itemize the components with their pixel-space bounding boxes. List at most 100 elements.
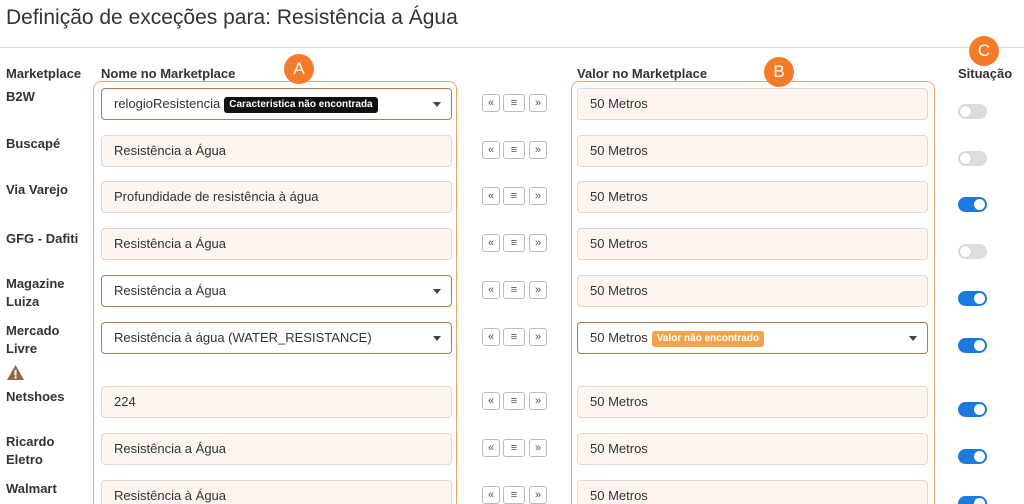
- copy-left-button[interactable]: «: [482, 486, 500, 504]
- center-align-button[interactable]: ≡: [503, 94, 525, 112]
- value-input[interactable]: 50 Metros: [577, 386, 928, 418]
- name-text: Resistência a Água: [114, 143, 227, 158]
- marketplace-label: Mercado Livre: [6, 323, 60, 356]
- center-align-button[interactable]: ≡: [503, 187, 525, 205]
- page-title: Definição de exceções para: Resistência …: [6, 6, 458, 29]
- copy-right-button[interactable]: »: [529, 141, 547, 159]
- center-align-button[interactable]: ≡: [503, 281, 525, 299]
- value-text: 50 Metros: [590, 96, 648, 111]
- name-text: Resistência a Água: [114, 236, 227, 251]
- name-text: 224: [114, 394, 136, 409]
- value-input[interactable]: 50 Metros: [577, 433, 928, 465]
- table-row: Mercado Livre Resistência à água (WATER_R…: [0, 322, 1024, 380]
- toggle-knob: [960, 246, 971, 257]
- status-column-header: Situação: [958, 66, 1013, 81]
- value-input[interactable]: 50 Metros: [577, 275, 928, 307]
- status-toggle[interactable]: [958, 151, 987, 166]
- center-align-button[interactable]: ≡: [503, 486, 525, 504]
- center-align-button[interactable]: ≡: [503, 328, 525, 346]
- caret-down-icon: [433, 102, 441, 107]
- center-align-button[interactable]: ≡: [503, 234, 525, 252]
- name-text: Profundidade de resistência à água: [114, 189, 319, 204]
- status-toggle[interactable]: [958, 449, 987, 464]
- copy-left-button[interactable]: «: [482, 439, 500, 457]
- copy-right-button[interactable]: »: [529, 439, 547, 457]
- table-row: Walmart Resistência à Água «≡» 50 Metros: [0, 480, 1024, 504]
- value-text: 50 Metros: [590, 283, 648, 298]
- status-toggle[interactable]: [958, 244, 987, 259]
- copy-left-button[interactable]: «: [482, 187, 500, 205]
- center-align-button[interactable]: ≡: [503, 439, 525, 457]
- status-toggle[interactable]: [958, 291, 987, 306]
- not-found-badge: Caracteristica não encontrada: [224, 97, 378, 113]
- name-select[interactable]: relogioResistencia Caracteristica não enc…: [101, 88, 452, 120]
- value-text: 50 Metros: [590, 330, 648, 345]
- caret-down-icon: [433, 289, 441, 294]
- copy-left-button[interactable]: «: [482, 281, 500, 299]
- toggle-knob: [974, 293, 985, 304]
- value-text: 50 Metros: [590, 236, 648, 251]
- name-text: Resistência a Água: [114, 283, 227, 298]
- copy-right-button[interactable]: »: [529, 328, 547, 346]
- copy-left-button[interactable]: «: [482, 234, 500, 252]
- marketplace-label: Ricardo Eletro: [6, 434, 55, 467]
- marketplace-label: Magazine Luiza: [6, 276, 65, 309]
- center-align-button[interactable]: ≡: [503, 392, 525, 410]
- name-text: Resistência à Água: [114, 488, 227, 503]
- name-input[interactable]: Profundidade de resistência à água: [101, 181, 452, 213]
- table-row: Via Varejo Profundidade de resistência à …: [0, 181, 1024, 228]
- status-toggle[interactable]: [958, 338, 987, 353]
- marketplace-column-header: Marketplace: [6, 66, 82, 81]
- toggle-knob: [974, 404, 985, 415]
- value-text: 50 Metros: [590, 189, 648, 204]
- name-input[interactable]: Resistência a Água: [101, 433, 452, 465]
- name-select[interactable]: Resistência à água (WATER_RESISTANCE): [101, 322, 452, 354]
- caret-down-icon: [909, 336, 917, 341]
- value-input[interactable]: 50 Metros: [577, 181, 928, 213]
- marketplace-label: Via Varejo: [6, 182, 68, 197]
- copy-right-button[interactable]: »: [529, 94, 547, 112]
- name-input[interactable]: 224: [101, 386, 452, 418]
- value-text: 50 Metros: [590, 488, 648, 503]
- copy-left-button[interactable]: «: [482, 328, 500, 346]
- value-select[interactable]: 50 Metros Valor não encontrado: [577, 322, 928, 354]
- value-input[interactable]: 50 Metros: [577, 228, 928, 260]
- value-input[interactable]: 50 Metros: [577, 88, 928, 120]
- copy-left-button[interactable]: «: [482, 141, 500, 159]
- toggle-knob: [974, 498, 985, 504]
- copy-left-button[interactable]: «: [482, 392, 500, 410]
- value-not-found-badge: Valor não encontrado: [651, 331, 765, 347]
- title-divider: [0, 47, 1024, 48]
- status-toggle[interactable]: [958, 402, 987, 417]
- caret-down-icon: [433, 336, 441, 341]
- copy-right-button[interactable]: »: [529, 187, 547, 205]
- name-input[interactable]: Resistência a Água: [101, 228, 452, 260]
- table-row: Magazine Luiza Resistência a Água «≡» 50 Me…: [0, 275, 1024, 322]
- name-text: Resistência à água (WATER_RESISTANCE): [114, 330, 372, 345]
- name-input[interactable]: Resistência à Água: [101, 480, 452, 504]
- copy-right-button[interactable]: »: [529, 234, 547, 252]
- copy-right-button[interactable]: »: [529, 486, 547, 504]
- copy-right-button[interactable]: »: [529, 281, 547, 299]
- toggle-knob: [960, 153, 971, 164]
- marketplace-label: Walmart: [6, 481, 57, 496]
- value-input[interactable]: 50 Metros: [577, 480, 928, 504]
- marketplace-label: Netshoes: [6, 389, 65, 404]
- copy-right-button[interactable]: »: [529, 392, 547, 410]
- table-row: B2W relogioResistencia Caracteristica não …: [0, 88, 1024, 135]
- value-text: 50 Metros: [590, 143, 648, 158]
- value-input[interactable]: 50 Metros: [577, 135, 928, 167]
- copy-left-button[interactable]: «: [482, 94, 500, 112]
- name-select[interactable]: Resistência a Água: [101, 275, 452, 307]
- table-row: GFG - Dafiti Resistência a Água «≡» 50 Metr…: [0, 228, 1024, 275]
- status-toggle[interactable]: [958, 104, 987, 119]
- callout-c: C: [969, 36, 999, 66]
- value-text: 50 Metros: [590, 394, 648, 409]
- status-toggle[interactable]: [958, 197, 987, 212]
- center-align-button[interactable]: ≡: [503, 141, 525, 159]
- value-column-header: Valor no Marketplace: [577, 66, 708, 81]
- callout-b: B: [764, 57, 794, 87]
- status-toggle[interactable]: [958, 496, 987, 504]
- value-text: 50 Metros: [590, 441, 648, 456]
- name-input[interactable]: Resistência a Água: [101, 135, 452, 167]
